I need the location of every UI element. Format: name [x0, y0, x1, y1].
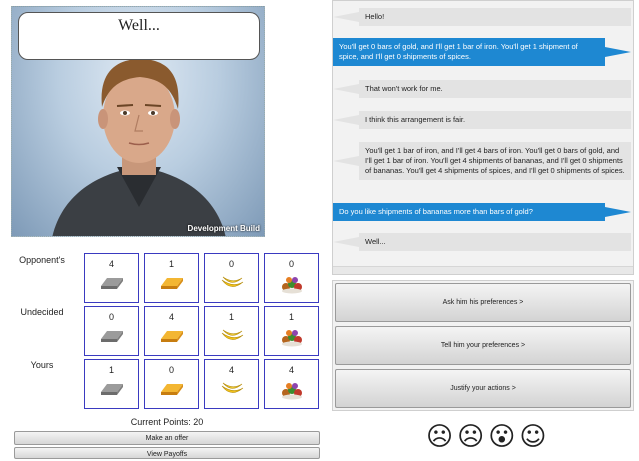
bananas-icon	[219, 380, 245, 403]
iron-bar-icon	[99, 380, 125, 401]
agent-speech-bubble: Well...	[18, 12, 260, 60]
agent-avatar-panel: Well... Development Build	[11, 6, 265, 237]
item-cell[interactable]: 4	[204, 359, 259, 409]
current-points: Current Points: 20	[130, 417, 204, 427]
tell-preferences-button[interactable]: Tell him your preferences >	[335, 326, 631, 365]
item-cell[interactable]: 4	[264, 359, 319, 409]
happy-face-icon[interactable]: ☺	[519, 424, 546, 450]
chat-message: Well...	[359, 233, 631, 251]
item-cell[interactable]: 0	[264, 253, 319, 303]
item-cell[interactable]: 1	[84, 359, 139, 409]
row-label-undecided: Undecided	[20, 307, 64, 317]
emotion-selector: ☹ ☹ 😮 ☺	[426, 424, 546, 450]
surprised-face-icon[interactable]: 😮	[488, 424, 515, 450]
spices-icon	[280, 327, 304, 352]
make-offer-button[interactable]: Make an offer	[14, 431, 320, 445]
chat-message: Do you like shipments of bananas more th…	[333, 203, 605, 221]
item-cell[interactable]: 0	[204, 253, 259, 303]
iron-bar-icon	[99, 274, 125, 295]
spices-icon	[280, 274, 304, 299]
row-label-opponent: Opponent's	[19, 255, 65, 265]
item-cell[interactable]: 0	[144, 359, 199, 409]
chat-horizontal-scrollbar[interactable]	[333, 266, 633, 274]
chat-message: I think this arrangement is fair.	[359, 111, 631, 129]
row-label-yours: Yours	[30, 360, 54, 370]
item-cell[interactable]: 1	[264, 306, 319, 356]
sad-face-icon[interactable]: ☹	[457, 424, 484, 450]
item-count: 1	[228, 312, 234, 322]
item-count: 0	[228, 259, 234, 269]
item-count: 1	[288, 312, 294, 322]
gold-bar-icon	[159, 327, 185, 348]
gold-bar-icon	[159, 380, 185, 401]
item-count: 4	[168, 312, 174, 322]
iron-bar-icon	[99, 327, 125, 348]
item-count: 4	[288, 365, 294, 375]
chat-message: You'll get 1 bar of iron, and I'll get 4…	[359, 142, 631, 180]
spices-icon	[280, 380, 304, 405]
chat-message: You'll get 0 bars of gold, and I'll get …	[333, 38, 605, 66]
item-count: 1	[108, 365, 114, 375]
chat-message: That won't work for me.	[359, 80, 631, 98]
bananas-icon	[219, 274, 245, 297]
item-count: 0	[168, 365, 174, 375]
development-build-label: Development Build	[187, 224, 260, 233]
justify-actions-button[interactable]: Justify your actions >	[335, 369, 631, 408]
item-count: 0	[288, 259, 294, 269]
item-cell[interactable]: 1	[144, 253, 199, 303]
item-cell[interactable]: 4	[144, 306, 199, 356]
chat-log[interactable]: Hello! You'll get 0 bars of gold, and I'…	[332, 0, 634, 275]
item-count: 4	[108, 259, 114, 269]
angry-face-icon[interactable]: ☹	[426, 424, 453, 450]
item-cell[interactable]: 1	[204, 306, 259, 356]
item-count: 0	[108, 312, 114, 322]
item-cell[interactable]: 4	[84, 253, 139, 303]
item-count: 4	[228, 365, 234, 375]
ask-preferences-button[interactable]: Ask him his preferences >	[335, 283, 631, 322]
chat-message: Hello!	[359, 8, 631, 26]
item-cell[interactable]: 0	[84, 306, 139, 356]
action-panel: Ask him his preferences > Tell him your …	[332, 280, 634, 411]
view-payoffs-button[interactable]: View Payoffs	[14, 447, 320, 459]
item-count: 1	[168, 259, 174, 269]
gold-bar-icon	[159, 274, 185, 295]
bananas-icon	[219, 327, 245, 350]
